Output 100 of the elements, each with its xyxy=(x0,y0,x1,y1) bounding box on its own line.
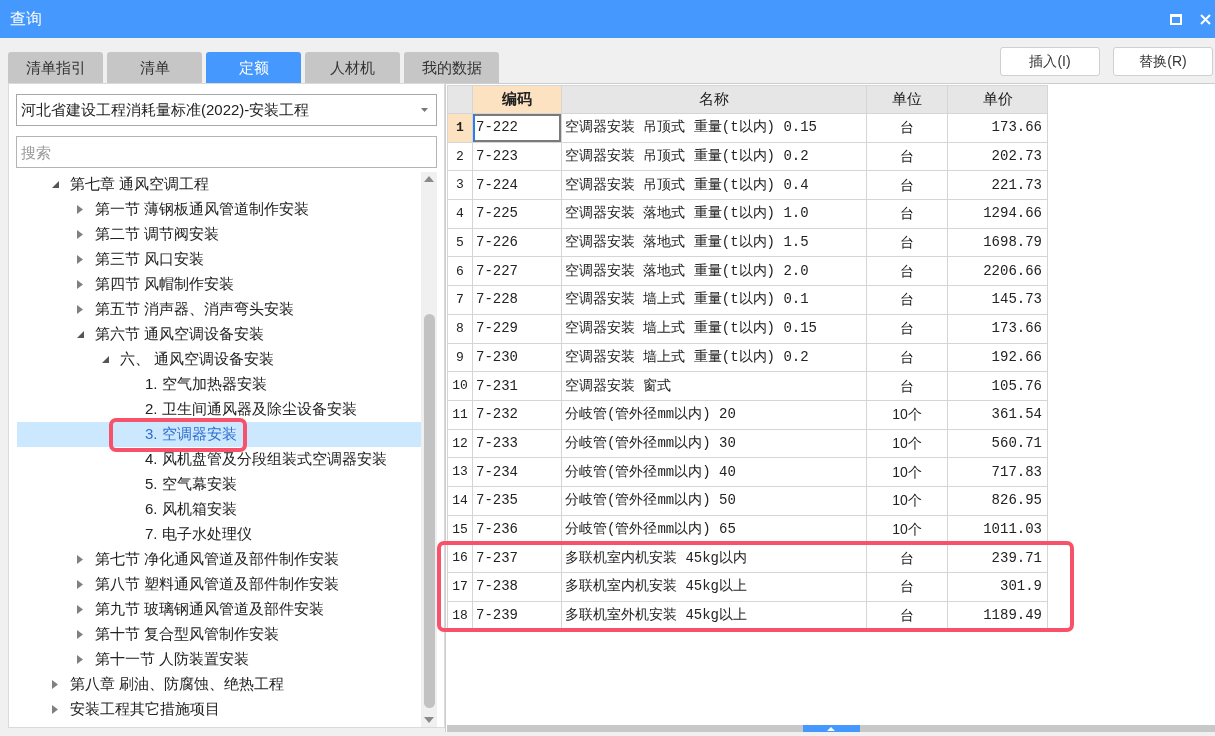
caret-up-icon[interactable] xyxy=(827,726,835,731)
row-header[interactable]: 6 xyxy=(447,256,473,286)
tree-item[interactable]: 第六节 通风空调设备安装 xyxy=(17,322,421,347)
caret-right-icon[interactable] xyxy=(77,280,83,289)
row-header[interactable]: 15 xyxy=(447,515,473,544)
row-header[interactable]: 3 xyxy=(447,170,473,200)
tree-item[interactable]: 4. 风机盘管及分段组装式空调器安装 xyxy=(17,447,421,472)
row-header[interactable]: 5 xyxy=(447,228,473,257)
caret-down-right-icon[interactable] xyxy=(52,181,59,188)
caret-right-icon[interactable] xyxy=(77,205,83,214)
code-cell: 7-230 xyxy=(472,343,562,372)
tree-item[interactable]: 第八节 塑料通风管道及部件制作安装 xyxy=(17,572,421,597)
replace-button[interactable]: 替换(R) xyxy=(1113,47,1213,76)
code-cell: 7-222 xyxy=(472,113,562,143)
name-cell: 空调器安装 窗式 xyxy=(561,371,867,401)
row-header[interactable]: 2 xyxy=(447,142,473,171)
maximize-icon[interactable] xyxy=(1170,13,1182,25)
column-header[interactable]: 单位 xyxy=(866,85,948,114)
price-cell: 173.66 xyxy=(947,113,1048,143)
tree-item[interactable]: 第八章 刷油、防腐蚀、绝热工程 xyxy=(17,672,421,697)
tab[interactable]: 人材机 xyxy=(305,52,400,83)
row-header[interactable]: 17 xyxy=(447,572,473,602)
column-header[interactable]: 单价 xyxy=(947,85,1048,114)
column-header[interactable]: 名称 xyxy=(561,85,867,114)
row-header[interactable]: 11 xyxy=(447,400,473,430)
caret-right-icon[interactable] xyxy=(77,655,83,664)
scrollbar-track[interactable] xyxy=(421,172,437,727)
scroll-down-icon[interactable] xyxy=(424,717,434,723)
row-header[interactable]: 1 xyxy=(447,113,473,143)
code-cell: 7-228 xyxy=(472,285,562,315)
row-header[interactable]: 14 xyxy=(447,486,473,516)
caret-down-right-icon[interactable] xyxy=(77,331,84,338)
caret-right-icon[interactable] xyxy=(77,605,83,614)
window-title: 查询 xyxy=(10,9,42,29)
insert-button[interactable]: 插入(I) xyxy=(1000,47,1100,76)
tab[interactable]: 清单 xyxy=(107,52,202,83)
caret-right-icon[interactable] xyxy=(77,305,83,314)
search-field[interactable]: 搜索 xyxy=(16,136,437,168)
caret-right-icon[interactable] xyxy=(77,230,83,239)
row-header[interactable]: 9 xyxy=(447,343,473,372)
caret-right-icon[interactable] xyxy=(77,580,83,589)
code-cell: 7-231 xyxy=(472,371,562,401)
price-cell: 717.83 xyxy=(947,457,1048,487)
unit-cell: 台 xyxy=(866,256,948,286)
tree-item[interactable]: 第十节 复合型风管制作安装 xyxy=(17,622,421,647)
library-select[interactable]: 河北省建设工程消耗量标准(2022)-安装工程 xyxy=(16,94,437,126)
tree-item[interactable]: 第七章 通风空调工程 xyxy=(17,172,421,197)
scroll-up-icon[interactable] xyxy=(424,176,434,182)
unit-cell: 台 xyxy=(866,543,948,573)
tree-item[interactable]: 第二节 调节阀安装 xyxy=(17,222,421,247)
column-header[interactable]: 编码 xyxy=(472,85,562,114)
code-cell: 7-237 xyxy=(472,543,562,573)
tree-item[interactable]: 第三节 风口安装 xyxy=(17,247,421,272)
row-header[interactable]: 16 xyxy=(447,543,473,573)
caret-right-icon[interactable] xyxy=(77,255,83,264)
row-header[interactable]: 13 xyxy=(447,457,473,487)
tab[interactable]: 清单指引 xyxy=(8,52,103,83)
tree-item[interactable]: 第十一节 人防装置安装 xyxy=(17,647,421,672)
row-header[interactable]: 12 xyxy=(447,429,473,458)
unit-cell: 台 xyxy=(866,314,948,343)
price-cell: 826.95 xyxy=(947,486,1048,516)
name-cell: 分岐管(管外径mm以内) 30 xyxy=(561,429,867,458)
row-header[interactable]: 10 xyxy=(447,371,473,401)
unit-cell: 台 xyxy=(866,142,948,171)
name-cell: 多联机室内机安装 45kg以上 xyxy=(561,572,867,602)
caret-right-icon[interactable] xyxy=(77,555,83,564)
code-cell: 7-226 xyxy=(472,228,562,257)
name-cell: 空调器安装 墙上式 重量(t以内) 0.2 xyxy=(561,343,867,372)
tree-item[interactable]: 第一节 薄钢板通风管道制作安装 xyxy=(17,197,421,222)
tree-item[interactable]: 第七节 净化通风管道及部件制作安装 xyxy=(17,547,421,572)
tree-item[interactable]: 1. 空气加热器安装 xyxy=(17,372,421,397)
scrollbar-thumb[interactable] xyxy=(423,314,435,708)
tree-item[interactable]: 2. 卫生间通风器及除尘设备安装 xyxy=(17,397,421,422)
splitter-handle[interactable] xyxy=(802,725,860,732)
caret-right-icon[interactable] xyxy=(52,705,58,714)
name-cell: 空调器安装 落地式 重量(t以内) 1.0 xyxy=(561,199,867,229)
price-cell: 239.71 xyxy=(947,543,1048,573)
close-icon[interactable] xyxy=(1200,13,1211,25)
tree-item[interactable]: 6. 风机箱安装 xyxy=(17,497,421,522)
caret-down-right-icon[interactable] xyxy=(102,356,109,363)
unit-cell: 10个 xyxy=(866,457,948,487)
code-cell: 7-232 xyxy=(472,400,562,430)
tree-item[interactable]: 六、 通风空调设备安装 xyxy=(17,347,421,372)
row-header[interactable]: 7 xyxy=(447,285,473,315)
tree-item[interactable]: 第四节 风帽制作安装 xyxy=(17,272,421,297)
caret-right-icon[interactable] xyxy=(77,630,83,639)
row-header[interactable]: 8 xyxy=(447,314,473,343)
caret-right-icon[interactable] xyxy=(52,680,58,689)
tree-item[interactable]: 7. 电子水处理仪 xyxy=(17,522,421,547)
price-cell: 2206.66 xyxy=(947,256,1048,286)
tree-item[interactable]: 3. 空调器安装 xyxy=(17,422,421,447)
tree-item[interactable]: 安装工程其它措施项目 xyxy=(17,697,421,722)
caret-down-icon[interactable] xyxy=(421,108,428,112)
tree-item[interactable]: 第五节 消声器、消声弯头安装 xyxy=(17,297,421,322)
tree-item[interactable]: 第九节 玻璃钢通风管道及部件安装 xyxy=(17,597,421,622)
price-cell: 1698.79 xyxy=(947,228,1048,257)
tree-item[interactable]: 5. 空气幕安装 xyxy=(17,472,421,497)
row-header[interactable]: 18 xyxy=(447,601,473,630)
row-header[interactable]: 4 xyxy=(447,199,473,229)
tab[interactable]: 我的数据 xyxy=(404,52,499,83)
